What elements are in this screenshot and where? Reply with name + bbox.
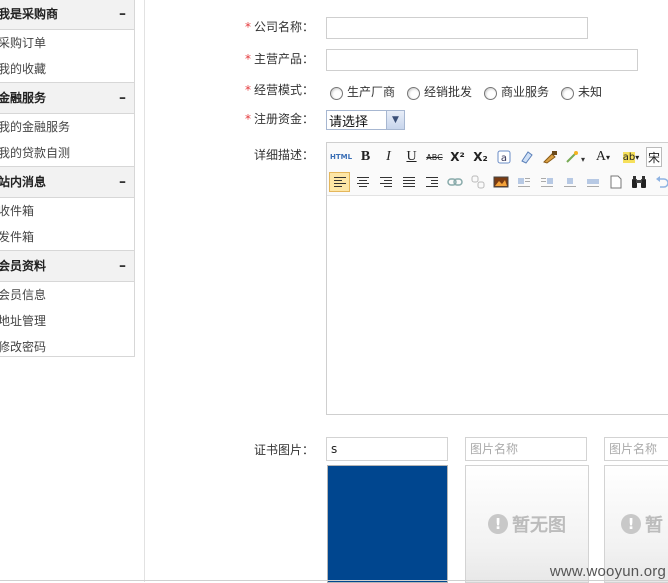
required-mark: * — [244, 52, 251, 66]
radio-manufacturer[interactable]: 生产厂商 — [330, 83, 395, 100]
subscript-button[interactable]: X₂ — [470, 147, 491, 167]
format-painter-icon[interactable] — [539, 147, 560, 167]
sidebar-section-title: 我是采购商 — [0, 7, 59, 21]
image-inline-icon[interactable] — [582, 172, 603, 192]
link-icon[interactable] — [444, 172, 465, 192]
underline-button[interactable]: U — [401, 147, 422, 167]
required-mark: * — [244, 83, 251, 97]
sidebar-item-loan-test[interactable]: 我的贷款自测 — [0, 140, 134, 166]
sidebar-item-purchase-orders[interactable]: 采购订单 — [0, 30, 134, 56]
description-label: 详细描述： — [253, 148, 314, 162]
svg-text:▾: ▾ — [581, 155, 585, 164]
sidebar-section-messages[interactable]: 站内消息 – — [0, 166, 134, 198]
magic-wand-icon[interactable]: ▾ — [562, 147, 588, 167]
capital-select[interactable]: 请选择 ▼ — [326, 110, 405, 130]
sidebar-section-purchaser[interactable]: 我是采购商 – — [0, 0, 134, 30]
collapse-icon[interactable]: – — [119, 0, 126, 29]
collapse-icon[interactable]: – — [119, 83, 126, 113]
sidebar-section-title: 金融服务 — [0, 91, 47, 105]
collapse-icon[interactable]: – — [119, 251, 126, 281]
business-mode-label: * 经营模式： — [244, 83, 314, 97]
editor-content-area[interactable] — [327, 196, 668, 415]
radio-circle[interactable] — [484, 87, 498, 100]
unlink-icon[interactable] — [467, 172, 488, 192]
radio-distributor[interactable]: 经销批发 — [407, 83, 472, 100]
required-mark: * — [244, 112, 251, 126]
image-center-icon[interactable] — [559, 172, 580, 192]
sidebar-item-favorites[interactable]: 我的收藏 — [0, 56, 134, 82]
italic-button[interactable]: I — [378, 147, 399, 167]
collapse-icon[interactable]: – — [119, 167, 126, 197]
divider — [144, 0, 145, 582]
align-right-icon[interactable] — [375, 172, 396, 192]
sidebar-item-password[interactable]: 修改密码 — [0, 334, 134, 360]
divider — [0, 580, 668, 581]
sidebar-item-my-finance[interactable]: 我的金融服务 — [0, 114, 134, 140]
bold-button[interactable]: B — [355, 147, 376, 167]
undo-icon[interactable] — [651, 172, 668, 192]
image-right-icon[interactable] — [536, 172, 557, 192]
sidebar-section-member[interactable]: 会员资料 – — [0, 250, 134, 282]
image-name-input-3[interactable]: 图片名称 — [604, 437, 668, 461]
align-center-icon[interactable] — [352, 172, 373, 192]
sidebar-item-outbox[interactable]: 发件箱 — [0, 224, 134, 250]
find-binoculars-icon[interactable] — [628, 172, 649, 192]
sidebar-section-title: 会员资料 — [0, 259, 47, 273]
warning-icon: ! — [488, 514, 508, 534]
main-product-label: * 主营产品： — [244, 52, 314, 66]
sidebar: 我是采购商 – 采购订单 我的收藏 金融服务 – 我的金融服务 我的贷款自测 站… — [0, 0, 135, 357]
sidebar-item-inbox[interactable]: 收件箱 — [0, 198, 134, 224]
radio-business-service[interactable]: 商业服务 — [484, 83, 549, 100]
font-family-select[interactable]: 宋 — [646, 147, 662, 167]
editor-toolbar: HTML B I U ABC X² X₂ a ▾ A ▾ ab ▾ 宋 — [327, 143, 668, 196]
font-color-button[interactable]: A ▾ — [590, 147, 616, 167]
strikethrough-button[interactable]: ABC — [424, 147, 445, 167]
business-mode-group: 生产厂商 经销批发 商业服务 未知 — [330, 83, 614, 100]
rich-text-editor: HTML B I U ABC X² X₂ a ▾ A ▾ ab ▾ 宋 — [326, 142, 668, 415]
required-mark: * — [244, 20, 251, 34]
page-icon[interactable] — [605, 172, 626, 192]
watermark: www.wooyun.org — [549, 563, 666, 580]
indent-icon[interactable] — [421, 172, 442, 192]
emoticon-icon[interactable]: a — [493, 147, 514, 167]
align-justify-icon[interactable] — [398, 172, 419, 192]
sidebar-item-address[interactable]: 地址管理 — [0, 308, 134, 334]
no-image-text: 暂 — [645, 515, 663, 536]
company-name-input[interactable] — [326, 17, 588, 39]
no-image-text: 暂无图 — [512, 515, 566, 536]
image-left-icon[interactable] — [513, 172, 534, 192]
highlight-color-button[interactable]: ab ▾ — [618, 147, 644, 167]
image-name-input-2[interactable]: 图片名称 — [465, 437, 587, 461]
radio-circle[interactable] — [330, 87, 343, 100]
capital-selected-value: 请选择 — [329, 114, 369, 130]
certificate-image-1[interactable] — [327, 465, 448, 583]
sidebar-section-finance[interactable]: 金融服务 – — [0, 82, 134, 114]
html-source-button[interactable]: HTML — [329, 147, 353, 167]
certificate-label: 证书图片： — [253, 443, 314, 457]
eraser-icon[interactable] — [516, 147, 537, 167]
sidebar-item-member-info[interactable]: 会员信息 — [0, 282, 134, 308]
chevron-down-icon[interactable]: ▼ — [386, 111, 404, 129]
company-name-label: * 公司名称： — [244, 20, 314, 34]
svg-text:a: a — [500, 153, 506, 164]
sidebar-section-title: 站内消息 — [0, 175, 47, 189]
radio-circle[interactable] — [407, 87, 421, 100]
radio-unknown[interactable]: 未知 — [561, 83, 602, 100]
image-name-input-1[interactable]: s — [326, 437, 448, 461]
main-product-input[interactable] — [326, 49, 638, 71]
superscript-button[interactable]: X² — [447, 147, 468, 167]
align-left-icon[interactable] — [329, 172, 350, 192]
capital-label: * 注册资金： — [244, 112, 314, 126]
insert-image-icon[interactable] — [490, 172, 511, 192]
warning-icon: ! — [621, 514, 641, 534]
radio-circle[interactable] — [561, 87, 575, 100]
